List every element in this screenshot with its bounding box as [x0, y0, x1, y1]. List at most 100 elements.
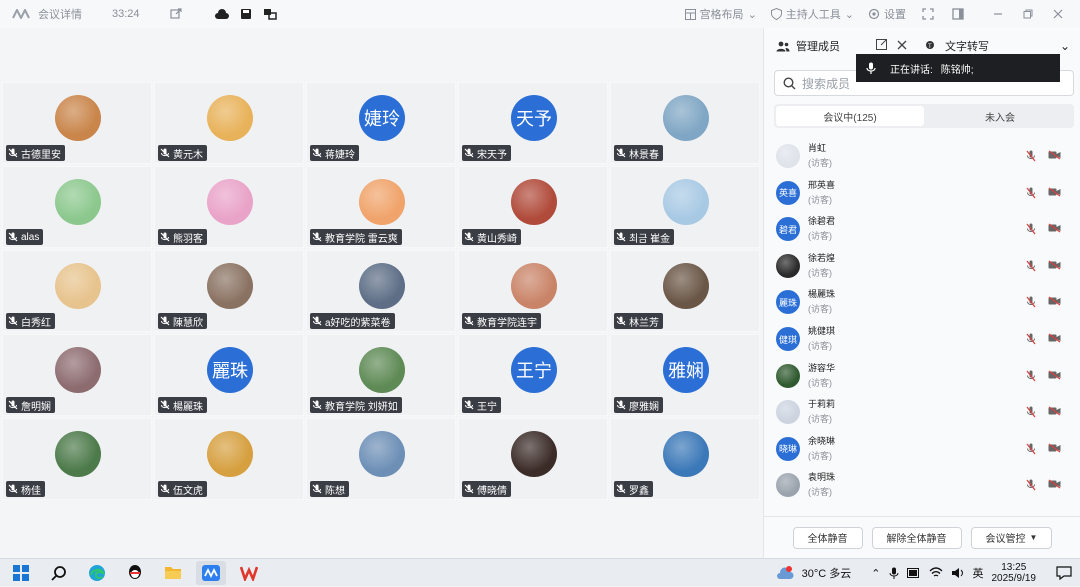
- input-language[interactable]: 英: [973, 565, 984, 581]
- save-icon[interactable]: [238, 6, 254, 22]
- member-row[interactable]: 碧君 徐碧君 (访客): [764, 211, 1080, 247]
- participant-tile[interactable]: 최금 崔金: [610, 166, 760, 248]
- member-name: 楊麗珠: [808, 289, 836, 300]
- member-name: 肖虹: [808, 143, 827, 153]
- member-row[interactable]: 晓琳 余晓琳 (访客): [764, 431, 1080, 467]
- mic-off-icon[interactable]: [1026, 150, 1036, 162]
- participant-avatar: [207, 431, 253, 477]
- participant-tile[interactable]: 王宁 王宁: [458, 334, 608, 416]
- participant-tile[interactable]: 傅晓倩: [458, 418, 608, 500]
- participant-tile[interactable]: 陳慧欣: [154, 250, 304, 332]
- participant-tile[interactable]: a好吃的紫菜卷: [306, 250, 456, 332]
- panel-popout-icon[interactable]: [876, 39, 887, 53]
- share-screen-icon[interactable]: [262, 6, 278, 22]
- camera-off-icon[interactable]: [1048, 223, 1061, 233]
- camera-off-icon[interactable]: [1048, 443, 1061, 453]
- meeting-title[interactable]: 会议详情: [38, 6, 82, 22]
- participant-tile[interactable]: 陈想: [306, 418, 456, 500]
- chevron-down-icon[interactable]: ⌄: [1060, 39, 1070, 53]
- member-row[interactable]: 英喜 邢英喜 (访客): [764, 175, 1080, 211]
- participant-tile[interactable]: 林景春: [610, 82, 760, 164]
- tab-transcribe[interactable]: T 文字转写: [907, 38, 989, 54]
- participant-tile[interactable]: 熊羽客: [154, 166, 304, 248]
- mic-off-icon[interactable]: [1026, 260, 1036, 272]
- participant-tile[interactable]: 罗鑫: [610, 418, 760, 500]
- unmute-all-button[interactable]: 解除全体静音: [871, 526, 962, 549]
- panel-close-icon[interactable]: [897, 40, 907, 53]
- fullscreen-icon[interactable]: [920, 6, 936, 22]
- mic-off-icon[interactable]: [1026, 333, 1036, 345]
- participant-tile[interactable]: 伍文虎: [154, 418, 304, 500]
- meeting-app-button[interactable]: [196, 560, 226, 585]
- member-row[interactable]: 徐若煌 (访客): [764, 248, 1080, 284]
- participant-tile[interactable]: 黄山秀崎: [458, 166, 608, 248]
- battery-icon[interactable]: [906, 568, 921, 578]
- mic-off-icon[interactable]: [1026, 370, 1036, 382]
- participant-tile[interactable]: 教育学院连宇: [458, 250, 608, 332]
- member-row[interactable]: 于莉莉 (访客): [764, 394, 1080, 430]
- close-icon[interactable]: [1050, 6, 1066, 22]
- settings-button[interactable]: 设置: [868, 6, 906, 22]
- mic-off-icon[interactable]: [1026, 443, 1036, 455]
- member-row[interactable]: 袁明珠 (访客): [764, 467, 1080, 503]
- mute-all-button[interactable]: 全体静音: [792, 526, 863, 549]
- camera-off-icon[interactable]: [1048, 370, 1061, 380]
- participant-tile[interactable]: 教育学院 刘妍如: [306, 334, 456, 416]
- participant-tile[interactable]: 白秀红: [2, 250, 152, 332]
- camera-off-icon[interactable]: [1048, 187, 1061, 197]
- file-explorer-button[interactable]: [158, 561, 188, 585]
- mic-off-icon[interactable]: [1026, 223, 1036, 235]
- start-button[interactable]: [6, 561, 36, 585]
- volume-icon[interactable]: [951, 567, 965, 579]
- seg-not-joined[interactable]: 未入会: [926, 104, 1074, 128]
- camera-off-icon[interactable]: [1048, 260, 1061, 270]
- search-taskbar-button[interactable]: [44, 561, 74, 585]
- member-row[interactable]: 健琪 姚健琪 (访客): [764, 321, 1080, 357]
- restore-icon[interactable]: [1020, 6, 1036, 22]
- host-tools-menu[interactable]: 主持人工具 ⌄: [770, 6, 854, 22]
- camera-off-icon[interactable]: [1048, 479, 1061, 489]
- edge-browser-button[interactable]: [82, 561, 112, 585]
- microphone-icon[interactable]: [889, 567, 899, 580]
- member-actions: [1026, 479, 1061, 491]
- mic-off-icon[interactable]: [1026, 187, 1036, 199]
- participant-tile[interactable]: 麗珠 楊麗珠: [154, 334, 304, 416]
- member-row[interactable]: 肖虹 (访客): [764, 138, 1080, 174]
- layout-menu[interactable]: 宫格布局 ⌄: [684, 6, 757, 22]
- camera-off-icon[interactable]: [1048, 296, 1061, 306]
- mic-off-icon[interactable]: [1026, 479, 1036, 491]
- meeting-control-button[interactable]: 会议管控 ▼: [970, 526, 1053, 549]
- participant-tile[interactable]: alas: [2, 166, 152, 248]
- member-row[interactable]: 游容华 (访客): [764, 358, 1080, 394]
- chevron-up-icon[interactable]: ⌃: [871, 567, 880, 580]
- participant-tile[interactable]: 婕玲 蒋婕玲: [306, 82, 456, 164]
- mic-muted-icon: [8, 148, 18, 158]
- mic-off-icon[interactable]: [1026, 406, 1036, 418]
- seg-in-meeting[interactable]: 会议中(125): [776, 106, 924, 126]
- mic-off-icon[interactable]: [1026, 296, 1036, 308]
- minimize-icon[interactable]: [990, 6, 1006, 22]
- tab-manage-members[interactable]: 管理成员: [764, 38, 840, 54]
- weather-text[interactable]: 30°C 多云: [802, 565, 852, 581]
- wps-button[interactable]: [234, 561, 264, 585]
- participant-tile[interactable]: 杨佳: [2, 418, 152, 500]
- member-row[interactable]: 麗珠 楊麗珠 (访客): [764, 284, 1080, 320]
- participant-tile[interactable]: 黄元木: [154, 82, 304, 164]
- participant-tile[interactable]: 雅娴 廖雅娴: [610, 334, 760, 416]
- qq-button[interactable]: [120, 561, 150, 585]
- wifi-icon[interactable]: [929, 567, 943, 579]
- notification-icon[interactable]: [1056, 566, 1072, 580]
- participant-tile[interactable]: 天予 宋天予: [458, 82, 608, 164]
- popout-icon[interactable]: [168, 6, 184, 22]
- cloud-icon[interactable]: [214, 6, 230, 22]
- taskbar-clock[interactable]: 13:25 2025/9/19: [992, 562, 1037, 584]
- camera-off-icon[interactable]: [1048, 150, 1061, 160]
- participant-tile[interactable]: 詹明娴: [2, 334, 152, 416]
- participant-tile[interactable]: 林兰芳: [610, 250, 760, 332]
- mic-muted-icon: [312, 316, 322, 326]
- participant-tile[interactable]: 古德里安: [2, 82, 152, 164]
- sidebar-toggle-icon[interactable]: [950, 6, 966, 22]
- camera-off-icon[interactable]: [1048, 333, 1061, 343]
- participant-tile[interactable]: 教育学院 雷云爽: [306, 166, 456, 248]
- camera-off-icon[interactable]: [1048, 406, 1061, 416]
